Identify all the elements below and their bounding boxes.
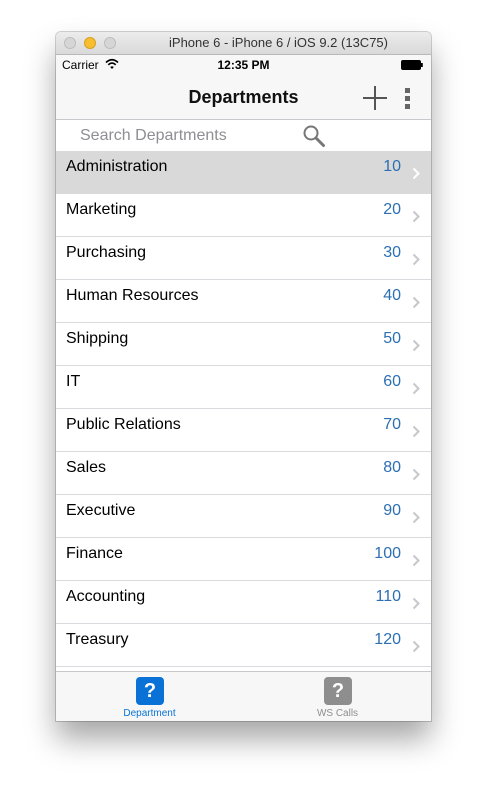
department-name: Finance [66,545,123,562]
department-name: Accounting [66,588,146,605]
question-icon: ? [136,677,164,705]
department-name: Purchasing [66,244,147,261]
search-icon[interactable] [302,124,326,148]
tab-label: Department [123,708,176,719]
department-row[interactable]: IT 60 [56,366,431,409]
department-name: Executive [66,502,136,519]
chevron-right-icon [412,339,420,352]
chevron-right-icon [412,296,420,309]
department-name: Human Resources [66,287,199,304]
department-row[interactable]: Marketing 20 [56,194,431,237]
department-row[interactable]: Administration 10 [56,151,431,194]
battery-icon [401,60,423,70]
department-id: 120 [374,631,401,648]
tab-department[interactable]: ? Department [56,672,243,721]
chevron-right-icon [412,382,420,395]
department-row[interactable]: Finance 100 [56,538,431,581]
tab-ws-calls[interactable]: ? WS Calls [244,672,431,721]
department-id: 90 [383,502,401,519]
chevron-right-icon [412,597,420,610]
department-id: 50 [383,330,401,347]
department-row[interactable]: Accounting 110 [56,581,431,624]
department-name: Shipping [66,330,129,347]
department-name: IT [66,373,81,390]
more-vertical-icon[interactable] [400,84,416,112]
close-window-button[interactable] [64,37,76,49]
department-name: Treasury [66,631,129,648]
tab-label: WS Calls [316,708,359,719]
department-id: 110 [375,588,401,605]
maximize-window-button[interactable] [104,37,116,49]
department-id: 70 [383,416,401,433]
navigation-bar: Departments [56,75,431,120]
department-name: Administration [66,158,168,175]
status-bar: Carrier 12:35 PM [56,55,431,75]
department-id: 30 [383,244,401,261]
department-row[interactable]: Purchasing 30 [56,237,431,280]
department-name: Sales [66,459,107,476]
tab-bar: ? Department ? WS Calls [56,671,431,721]
status-time: 12:35 PM [217,58,270,72]
department-name: Marketing [66,201,137,218]
department-row[interactable]: Sales 80 [56,452,431,495]
department-row[interactable]: Human Resources 40 [56,280,431,323]
department-id: 100 [374,545,401,562]
department-id: 10 [383,158,401,175]
window-title: iPhone 6 - iPhone 6 / iOS 9.2 (13C75) [169,35,388,50]
department-row[interactable]: Public Relations 70 [56,409,431,452]
search-bar [56,120,431,152]
department-id: 40 [383,287,401,304]
department-row[interactable]: Treasury 120 [56,624,431,667]
question-icon: ? [324,677,352,705]
window-titlebar: iPhone 6 - iPhone 6 / iOS 9.2 (13C75) [56,32,431,55]
chevron-right-icon [412,425,420,438]
department-id: 60 [383,373,401,390]
simulator-window: iPhone 6 - iPhone 6 / iOS 9.2 (13C75) Ca… [56,32,431,721]
search-input[interactable] [78,124,302,148]
chevron-right-icon [412,554,420,567]
chevron-right-icon [412,468,420,481]
chevron-right-icon [412,167,420,180]
chevron-right-icon [412,210,420,223]
department-row[interactable]: Executive 90 [56,495,431,538]
chevron-right-icon [412,511,420,524]
chevron-right-icon [412,253,420,266]
chevron-right-icon [412,640,420,653]
minimize-window-button[interactable] [84,37,96,49]
departments-list: Administration 10 Marketing 20 Purchasing 30 H… [56,151,431,671]
department-id: 20 [383,201,401,218]
add-icon[interactable] [361,84,389,112]
department-name: Public Relations [66,416,181,433]
department-id: 80 [383,459,401,476]
department-row[interactable]: Shipping 50 [56,323,431,366]
